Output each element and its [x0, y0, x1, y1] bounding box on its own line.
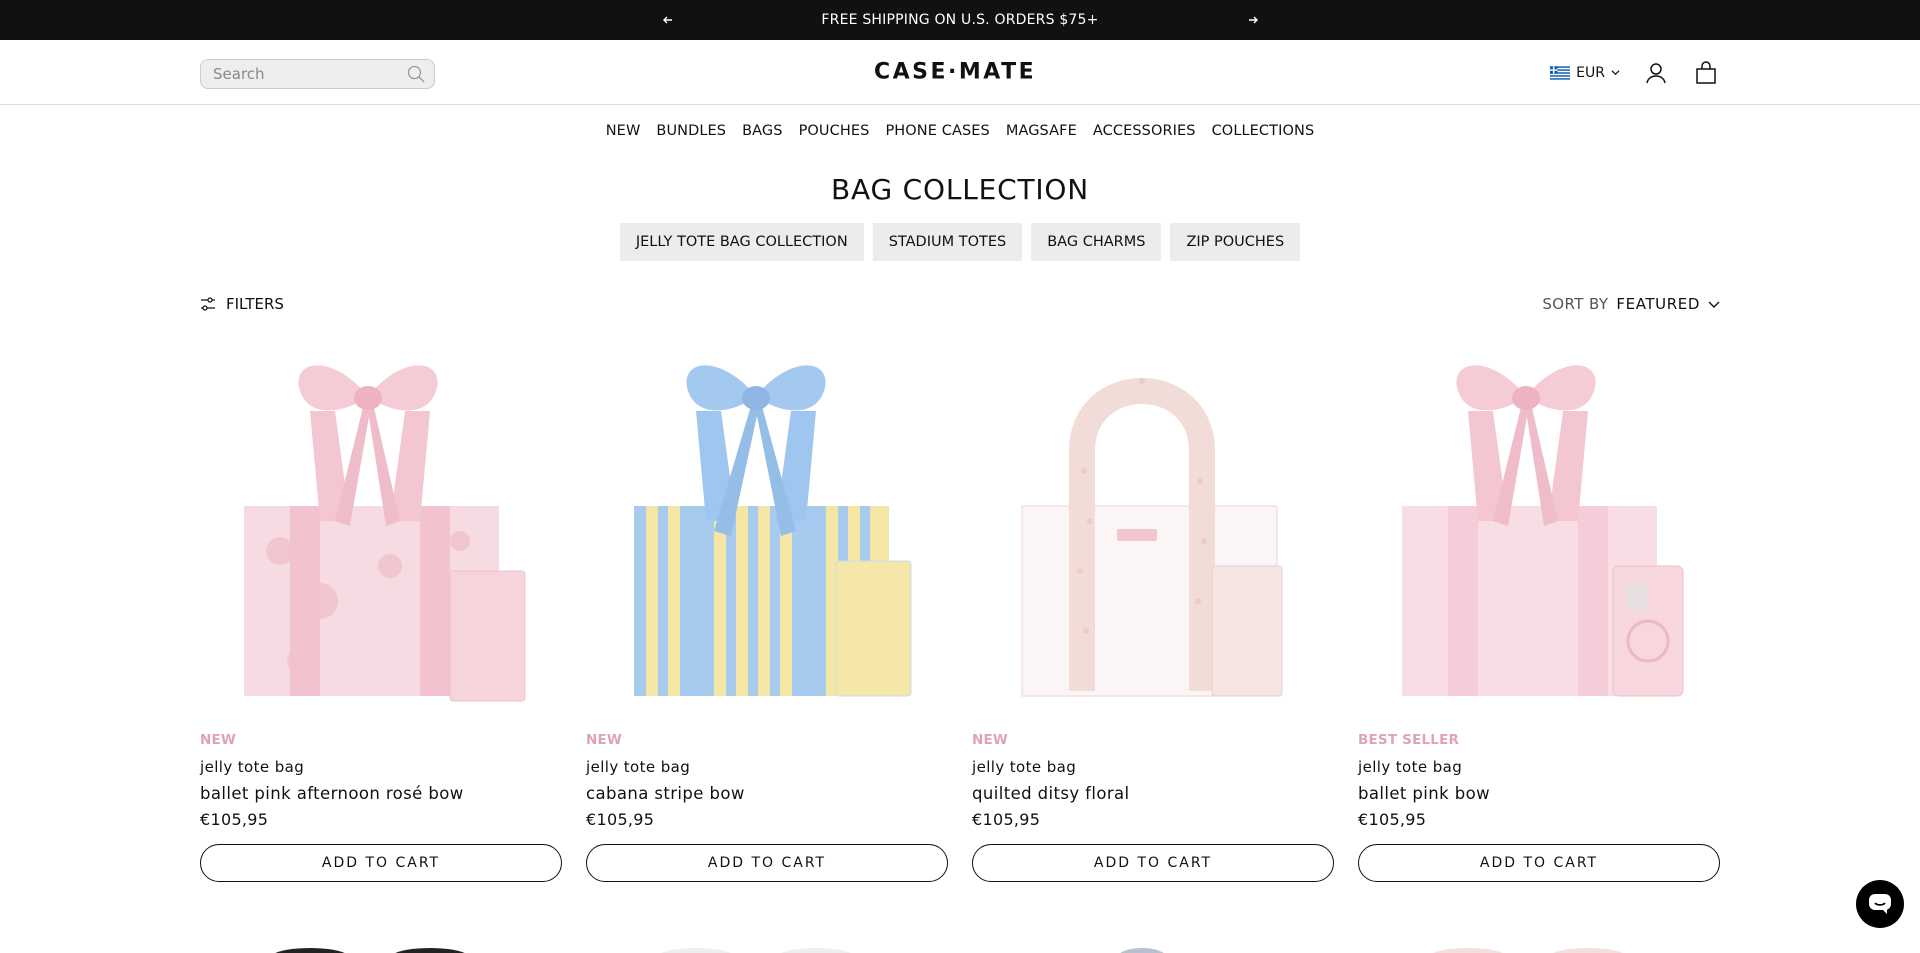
chip-zip-pouches[interactable]: ZIP POUCHES — [1170, 223, 1301, 261]
site-header: CASE·MATE EUR — [0, 40, 1920, 105]
nav-item-magsafe[interactable]: MAGSAFE — [1006, 123, 1077, 139]
add-to-cart-button[interactable]: ADD TO CART — [586, 844, 948, 882]
nav-item-collections[interactable]: COLLECTIONS — [1212, 123, 1315, 139]
arrow-left-icon[interactable] — [656, 0, 680, 40]
greece-flag-icon — [1550, 65, 1571, 80]
product-type: jelly tote bag — [586, 758, 691, 776]
add-to-cart-button[interactable]: ADD TO CART — [972, 844, 1334, 882]
nav-item-phone-cases[interactable]: PHONE CASES — [885, 123, 989, 139]
product-price: €105,95 — [200, 810, 269, 829]
currency-label: EUR — [1576, 64, 1605, 81]
product-image[interactable] — [972, 351, 1334, 723]
chevron-down-icon — [1611, 70, 1620, 76]
product-image-peek — [200, 940, 562, 953]
sort-dropdown[interactable]: SORT BY FEATURED — [1542, 289, 1720, 319]
filters-button[interactable]: FILTERS — [200, 289, 284, 319]
add-to-cart-button[interactable]: ADD TO CART — [200, 844, 562, 882]
product-name[interactable]: quilted ditsy floral — [972, 784, 1334, 804]
product-card: BEST SELLER jelly tote bag ballet pink b… — [1358, 351, 1720, 882]
search-icon[interactable] — [407, 64, 425, 84]
search-box — [200, 59, 435, 89]
chat-button[interactable] — [1856, 880, 1904, 928]
currency-selector[interactable]: EUR — [1550, 65, 1620, 81]
next-row-preview — [200, 940, 1720, 953]
product-image-peek — [1358, 940, 1720, 953]
search-input[interactable] — [213, 65, 407, 83]
product-card: NEW jelly tote bag ballet pink afternoon… — [200, 351, 562, 882]
chat-bubble-icon — [1869, 894, 1891, 914]
product-badge: NEW — [972, 732, 1009, 748]
product-image-peek — [586, 940, 948, 953]
product-price: €105,95 — [586, 810, 655, 829]
add-to-cart-button[interactable]: ADD TO CART — [1358, 844, 1720, 882]
product-badge: BEST SELLER — [1358, 732, 1460, 748]
nav-item-accessories[interactable]: ACCESSORIES — [1093, 123, 1196, 139]
product-price: €105,95 — [972, 810, 1041, 829]
sliders-icon — [201, 297, 215, 311]
main-nav: NEW BUNDLES BAGS POUCHES PHONE CASES MAG… — [0, 105, 1920, 157]
product-price: €105,95 — [1358, 810, 1427, 829]
page-title: BAG COLLECTION — [830, 173, 1090, 206]
announcement-bar: FREE SHIPPING ON U.S. ORDERS $75+ — [0, 0, 1920, 40]
product-name[interactable]: cabana stripe bow — [586, 784, 948, 804]
product-image-peek — [972, 940, 1334, 953]
product-badge: NEW — [586, 732, 623, 748]
account-icon[interactable] — [1642, 59, 1670, 87]
product-name[interactable]: ballet pink bow — [1358, 784, 1720, 804]
nav-item-pouches[interactable]: POUCHES — [799, 123, 870, 139]
product-image[interactable] — [586, 351, 948, 723]
sort-label: SORT BY — [1542, 295, 1609, 313]
subcollection-chips: JELLY TOTE BAG COLLECTION STADIUM TOTES … — [0, 223, 1920, 261]
product-grid: NEW jelly tote bag ballet pink afternoon… — [200, 351, 1720, 882]
product-badge: NEW — [200, 732, 237, 748]
chip-jelly-tote-bag-collection[interactable]: JELLY TOTE BAG COLLECTION — [619, 223, 864, 261]
nav-item-new[interactable]: NEW — [606, 123, 641, 139]
product-image[interactable] — [200, 351, 562, 723]
product-card: NEW jelly tote bag quilted ditsy floral … — [972, 351, 1334, 882]
chip-bag-charms[interactable]: BAG CHARMS — [1031, 223, 1162, 261]
product-type: jelly tote bag — [972, 758, 1077, 776]
product-name[interactable]: ballet pink afternoon rosé bow — [200, 784, 562, 804]
product-type: jelly tote bag — [1358, 758, 1463, 776]
announcement-text: FREE SHIPPING ON U.S. ORDERS $75+ — [821, 12, 1099, 28]
cart-icon[interactable] — [1692, 59, 1720, 87]
sort-value: FEATURED — [1616, 295, 1700, 313]
product-type: jelly tote bag — [200, 758, 305, 776]
chip-stadium-totes[interactable]: STADIUM TOTES — [872, 223, 1023, 261]
product-card: NEW jelly tote bag cabana stripe bow €10… — [586, 351, 948, 882]
collection-toolbar: FILTERS SORT BY FEATURED — [0, 289, 1920, 329]
arrow-right-icon[interactable] — [1241, 0, 1265, 40]
product-image[interactable] — [1358, 351, 1720, 723]
chevron-down-icon — [1708, 301, 1720, 308]
nav-item-bundles[interactable]: BUNDLES — [656, 123, 726, 139]
header-actions: EUR — [1550, 40, 1720, 105]
filters-label: FILTERS — [226, 295, 284, 313]
brand-logo[interactable]: CASE·MATE — [874, 60, 1036, 85]
nav-item-bags[interactable]: BAGS — [742, 123, 782, 139]
